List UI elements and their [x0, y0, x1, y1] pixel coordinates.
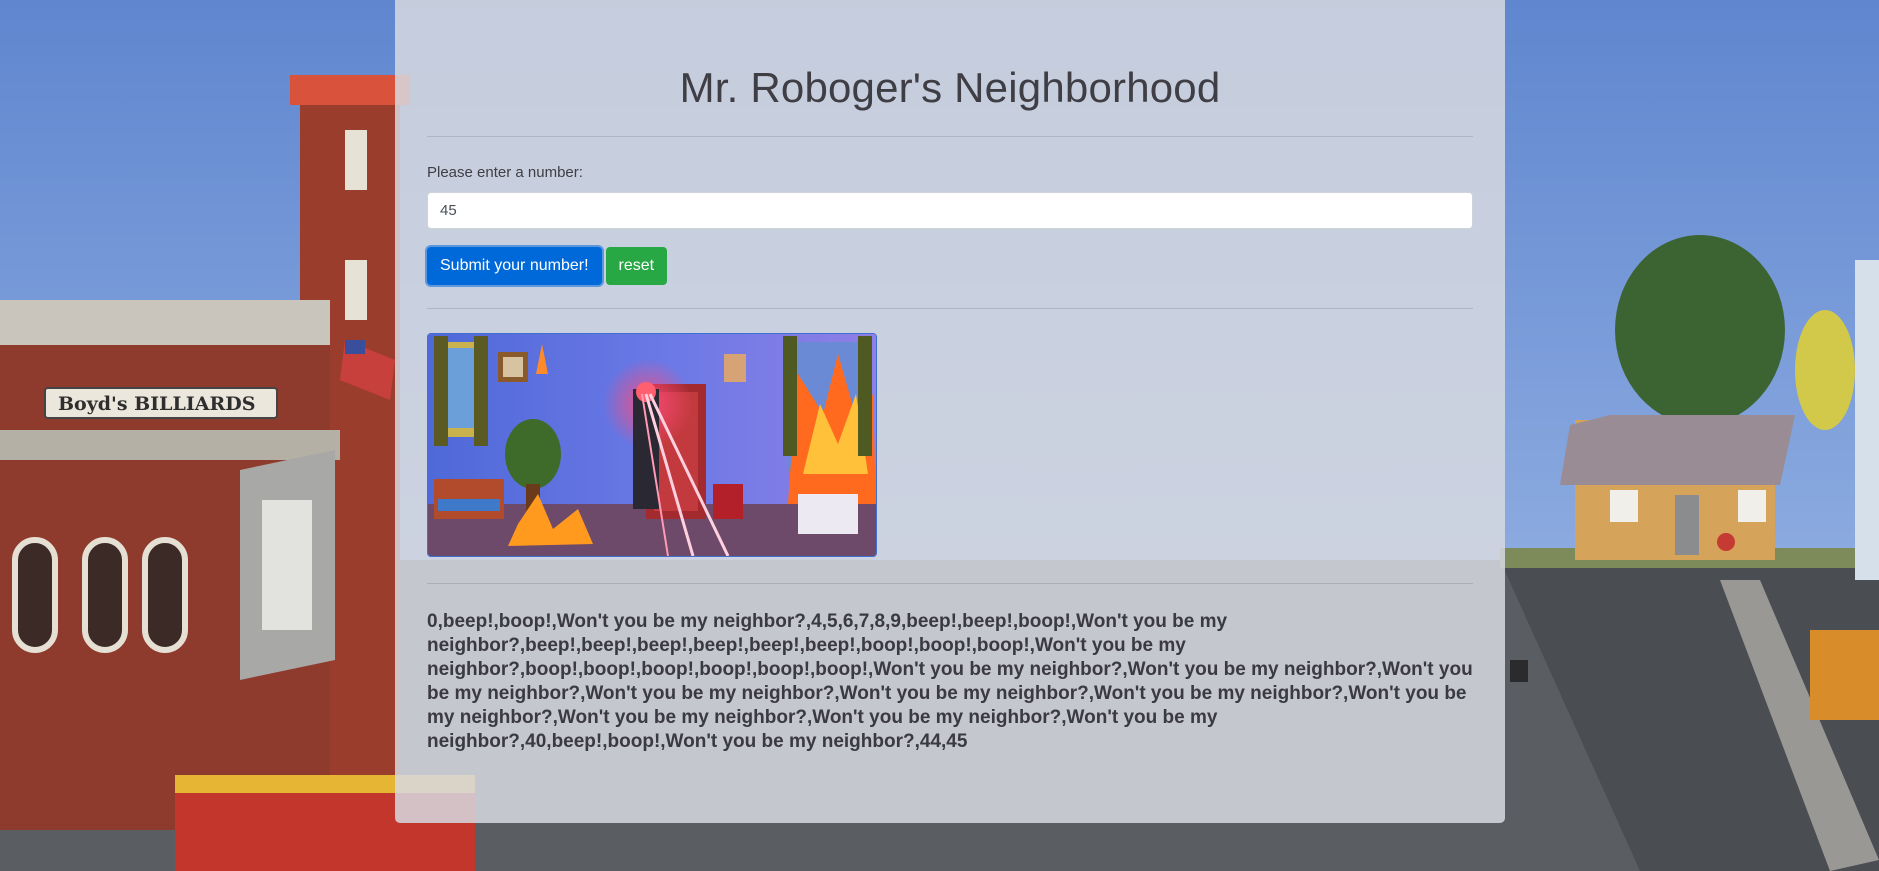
divider — [427, 583, 1473, 584]
reset-button[interactable]: reset — [605, 247, 668, 285]
divider — [427, 308, 1473, 309]
number-input-label: Please enter a number: — [427, 164, 583, 181]
number-input[interactable] — [427, 192, 1473, 229]
divider — [427, 136, 1473, 137]
billiards-sign: Boyd's BILLIARDS — [58, 393, 255, 415]
robot-laser-image — [427, 333, 877, 557]
page-title: Mr. Roboger's Neighborhood — [679, 64, 1221, 111]
main-panel: Mr. Roboger's Neighborhood Please enter … — [395, 0, 1505, 823]
submit-number-button[interactable]: Submit your number! — [427, 247, 602, 285]
button-row: Submit your number! reset — [427, 246, 1473, 286]
result-output: 0,beep!,boop!,Won't you be my neighbor?,… — [427, 611, 1473, 752]
